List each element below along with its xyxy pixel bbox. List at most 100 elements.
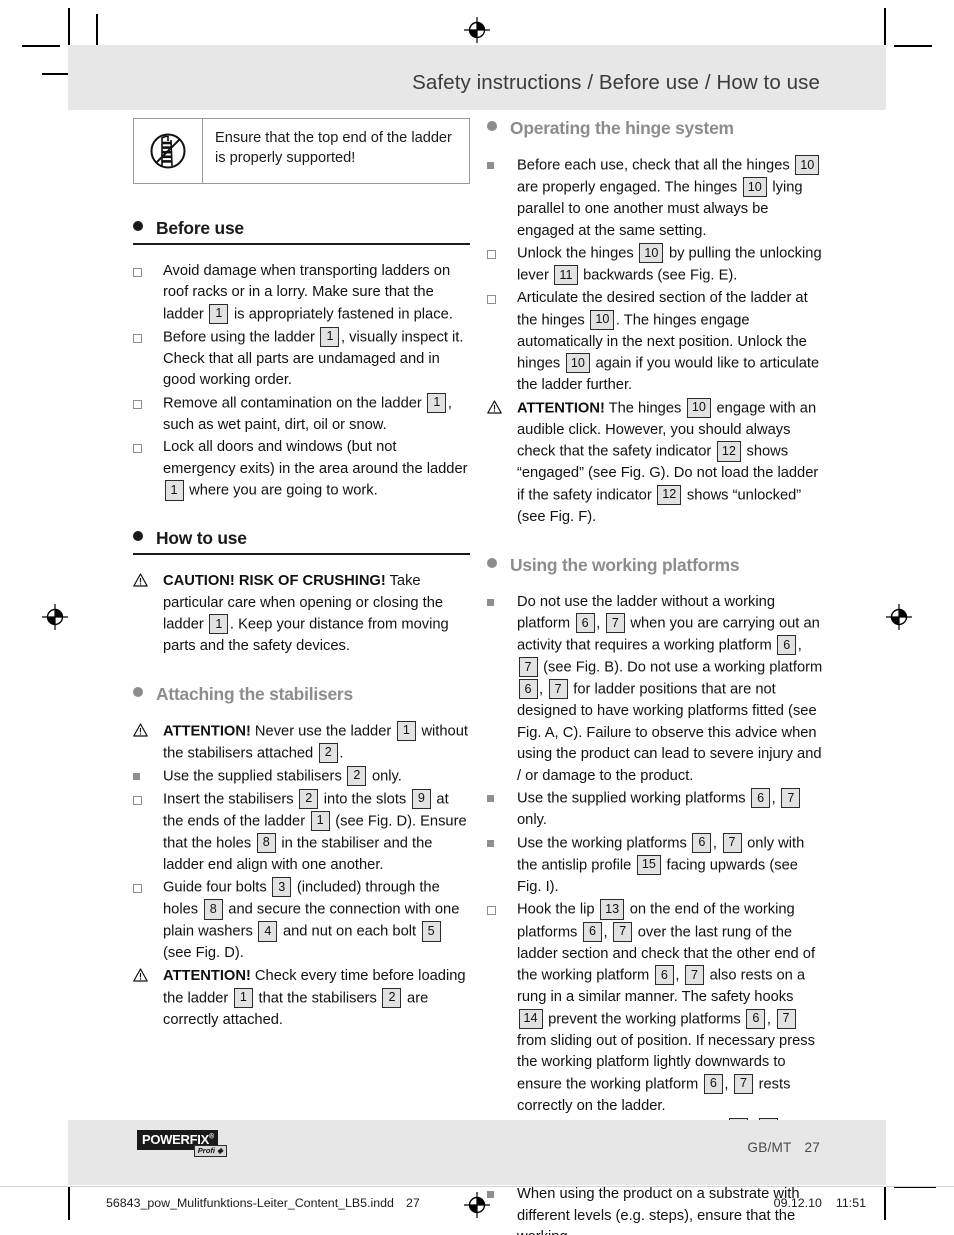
reference-number-6: 6 xyxy=(654,965,674,986)
list-item-text: Use the working platforms 6, 7 only with… xyxy=(517,832,824,899)
heading-row: Attaching the stabilisers xyxy=(133,684,470,705)
list-item-bullet xyxy=(133,327,163,343)
heading-row: Using the working platforms xyxy=(487,555,824,576)
heading-row: Before use xyxy=(133,218,470,239)
crop-mark-bottom-left-v xyxy=(68,1186,70,1220)
reference-number-2: 2 xyxy=(347,765,367,786)
safety-notice-box: Ensure that the top end of the ladder is… xyxy=(133,118,470,184)
reference-number-6: 6 xyxy=(751,788,771,809)
document-page: Safety instructions / Before use / How t… xyxy=(0,0,954,1235)
hollow-square-bullet-icon xyxy=(133,333,142,343)
hollow-square-bullet-icon xyxy=(133,795,142,805)
reference-number-1: 1 xyxy=(396,720,416,741)
reference-number-6: 6 xyxy=(692,832,712,853)
running-head-text: Safety instructions / Before use / How t… xyxy=(412,71,820,94)
reference-number-7: 7 xyxy=(776,1008,796,1029)
reference-number-12: 12 xyxy=(716,441,741,462)
list-item-text: ATTENTION! Never use the ladder 1 withou… xyxy=(163,720,470,765)
left-column-sections: Before use Avoid damage when transporting… xyxy=(133,218,470,1031)
list-item-bullet xyxy=(133,877,163,894)
hollow-square-bullet-icon xyxy=(487,906,496,916)
reference-number-2: 2 xyxy=(382,987,402,1008)
reference-number-1: 1 xyxy=(427,392,447,413)
reference-number-6: 6 xyxy=(518,679,538,700)
reference-number-7: 7 xyxy=(685,965,704,986)
reference-number-5: 5 xyxy=(421,921,441,942)
list-item: Hook the lip 13 on the end of the workin… xyxy=(487,899,824,1117)
slug-date: 09.12.10 xyxy=(773,1196,822,1210)
warning-triangle-icon xyxy=(133,723,148,742)
section-title: How to use xyxy=(156,528,247,549)
filled-square-bullet-icon xyxy=(133,772,140,780)
filled-square-bullet-icon xyxy=(487,162,494,169)
list-item: Lock all doors and windows (but not emer… xyxy=(133,437,470,502)
list-item-text: ATTENTION! Check every time before loadi… xyxy=(163,968,466,1028)
crop-mark-bottom-right-v xyxy=(884,1186,886,1220)
list-item-bullet xyxy=(133,261,163,277)
crop-mark-top-left-v2 xyxy=(96,14,98,46)
list-item-bullet xyxy=(487,398,517,419)
list-item-text: Hook the lip 13 on the end of the workin… xyxy=(517,899,824,1117)
registration-mark-right xyxy=(886,604,912,630)
reference-number-8: 8 xyxy=(256,832,276,853)
list-item: ATTENTION! Never use the ladder 1 withou… xyxy=(133,720,470,765)
registration-mark-left xyxy=(42,604,68,630)
filled-square-bullet-icon xyxy=(487,598,494,606)
section-before-use: Before use Avoid damage when transporting… xyxy=(133,218,470,502)
list-item-text: CAUTION! RISK OF CRUSHING! Take particul… xyxy=(163,573,449,655)
list-item: Before each use, check that all the hing… xyxy=(487,155,824,242)
reference-number-8: 8 xyxy=(203,899,223,920)
reference-number-3: 3 xyxy=(272,877,292,898)
reference-number-4: 4 xyxy=(258,921,278,942)
list-item: Do not use the ladder without a working … xyxy=(487,592,824,788)
section-title: Before use xyxy=(156,218,244,238)
list-item: Use the working platforms 6, 7 only with… xyxy=(487,832,824,899)
list-item: Use the supplied stabilisers 2 only. xyxy=(133,765,470,788)
hollow-square-bullet-icon xyxy=(133,444,142,454)
footer-page-indicator: GB/MT 27 xyxy=(747,1140,820,1155)
round-bullet-icon xyxy=(487,557,497,568)
section-attaching-the-stabilisers: Attaching the stabilisers ATTENTION! Neve… xyxy=(133,684,470,1031)
list-item-text: Lock all doors and windows (but not emer… xyxy=(163,439,468,501)
reference-number-6: 6 xyxy=(575,613,595,634)
reference-number-9: 9 xyxy=(411,788,431,809)
warning-triangle-icon xyxy=(487,400,502,419)
crop-mark-top-left-v xyxy=(68,8,70,46)
list-item: Remove all contamination on the ladder 1… xyxy=(133,392,470,437)
heading-row: Operating the hinge system xyxy=(487,118,824,139)
list-item-text: Avoid damage when transporting ladders o… xyxy=(163,262,453,324)
reference-number-15: 15 xyxy=(636,854,661,875)
safety-notice-text: Ensure that the top end of the ladder is… xyxy=(215,130,452,167)
reference-number-6: 6 xyxy=(777,635,797,656)
reference-number-11: 11 xyxy=(554,265,578,286)
crop-mark-top-left-h xyxy=(22,45,60,47)
list-item-text: Before using the ladder 1, visually insp… xyxy=(163,326,470,392)
reference-number-10: 10 xyxy=(639,243,664,264)
round-bullet-icon xyxy=(133,686,143,697)
list-item-bullet xyxy=(487,899,517,916)
reference-number-10: 10 xyxy=(590,309,615,330)
list-item-bullet xyxy=(487,243,517,260)
section-title: Operating the hinge system xyxy=(510,118,734,138)
filled-square-bullet-icon xyxy=(487,795,494,803)
list-item: Avoid damage when transporting ladders o… xyxy=(133,261,470,326)
list-item-text: Insert the stabilisers 2 into the slots … xyxy=(163,788,470,877)
reference-number-7: 7 xyxy=(518,657,538,678)
list-item-text: Remove all contamination on the ladder 1… xyxy=(163,392,470,437)
reference-number-2: 2 xyxy=(318,742,338,763)
reference-number-10: 10 xyxy=(686,397,711,418)
list-item: Articulate the desired section of the la… xyxy=(487,288,824,397)
footer-locale: GB/MT xyxy=(747,1140,792,1155)
print-slug-right: 09.12.10 11:51 xyxy=(774,1196,866,1210)
reference-number-10: 10 xyxy=(742,177,767,198)
round-bullet-icon xyxy=(133,531,143,542)
list-item: ATTENTION! The hinges 10 engage with an … xyxy=(487,397,824,529)
reference-number-7: 7 xyxy=(605,613,625,634)
hollow-square-bullet-icon xyxy=(133,884,142,894)
powerfix-logo: POWERFIX® Profi ◈ xyxy=(137,1130,227,1157)
hollow-square-bullet-icon xyxy=(487,250,496,260)
section-heading-attaching-the-stabilisers: Attaching the stabilisers xyxy=(133,684,470,705)
trademark-mark: ® xyxy=(208,1133,214,1141)
list-item-bullet xyxy=(487,592,517,606)
reference-number-6: 6 xyxy=(703,1073,723,1094)
